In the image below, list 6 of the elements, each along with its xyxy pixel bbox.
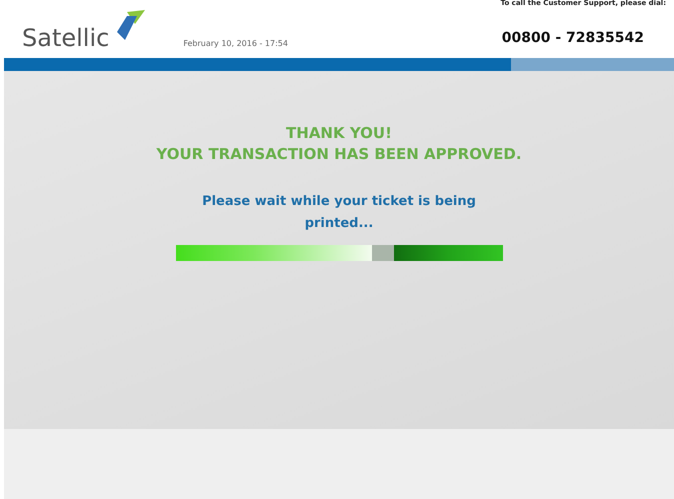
date-time: February 10, 2016 - 17:54 — [183, 39, 288, 48]
confirmation-title: YOUR TRANSACTION HAS BEEN APPROVED. — [156, 144, 522, 165]
status-message: Please wait while your ticket is being printed... — [201, 193, 477, 233]
logo-text: Satellic — [22, 26, 110, 50]
support-phone: 00800 - 72835542 — [502, 30, 644, 46]
confirmation-title: THANK YOU! — [286, 123, 392, 144]
